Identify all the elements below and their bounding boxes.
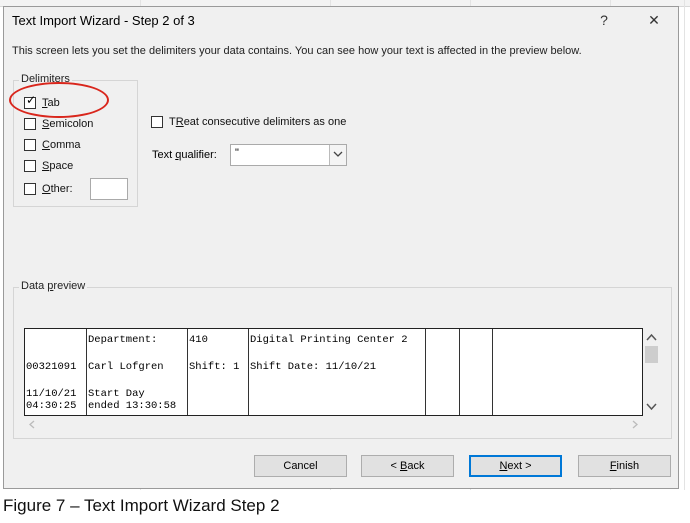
preview-cell: 11/10/21 <box>26 388 77 400</box>
scrollbar-graphic <box>29 420 638 429</box>
back-button[interactable]: < Back <box>361 455 454 477</box>
other-checkbox[interactable] <box>24 183 36 195</box>
semicolon-checkbox-row[interactable]: Semicolon <box>24 116 93 132</box>
text-qualifier-select[interactable]: " <box>230 144 347 166</box>
tab-checkbox[interactable]: ✓ <box>24 93 37 109</box>
preview-cell: 00321091 <box>26 361 77 373</box>
column-separator <box>492 329 493 415</box>
chevron-down-icon <box>333 151 343 157</box>
instructions-text: This screen lets you set the delimiters … <box>12 45 582 57</box>
column-separator <box>187 329 188 415</box>
delimiters-legend: Delimiters <box>19 73 72 85</box>
cancel-button[interactable]: Cancel <box>254 455 347 477</box>
preview-cell: Department: <box>88 334 158 346</box>
preview-cell: Shift: 1 <box>189 361 240 373</box>
finish-button[interactable]: Finish <box>578 455 671 477</box>
column-separator <box>459 329 460 415</box>
scroll-down-arrow-icon <box>646 403 657 411</box>
close-button[interactable]: ✕ <box>642 9 666 31</box>
grid-line <box>684 0 685 490</box>
preview-vertical-scrollbar[interactable] <box>643 328 660 416</box>
preview-cell: Carl Lofgren <box>88 361 164 373</box>
data-preview-legend: Data preview <box>19 280 88 292</box>
preview-cell: Shift Date: 11/10/21 <box>250 361 377 373</box>
comma-label: Comma <box>42 139 81 151</box>
consecutive-checkbox-row[interactable]: TReat consecutive delimiters as one <box>151 114 346 130</box>
column-separator <box>425 329 426 415</box>
space-checkbox[interactable] <box>24 160 36 172</box>
comma-checkbox-row[interactable]: Comma <box>24 137 81 153</box>
column-separator <box>248 329 249 415</box>
other-checkbox-row[interactable]: Other: <box>24 181 73 197</box>
scroll-right-arrow-icon <box>632 420 638 429</box>
other-delimiter-input[interactable] <box>90 178 128 200</box>
text-qualifier-value: " <box>235 147 239 159</box>
tab-label: Tab <box>42 97 60 109</box>
next-button[interactable]: Next > <box>469 455 562 477</box>
consecutive-delimiters-label: TReat consecutive delimiters as one <box>169 116 347 128</box>
scroll-thumb <box>645 346 658 363</box>
space-label: Space <box>42 160 74 172</box>
text-qualifier-label: Text qualifier: <box>152 149 217 161</box>
preview-horizontal-scrollbar[interactable] <box>24 416 643 433</box>
preview-cell: 410 <box>189 334 208 346</box>
space-checkbox-row[interactable]: Space <box>24 158 73 174</box>
semicolon-label: Semicolon <box>42 118 94 130</box>
scroll-left-arrow-icon <box>29 420 35 429</box>
text-import-wizard-dialog: Text Import Wizard - Step 2 of 3 ? ✕ Thi… <box>3 6 679 489</box>
tab-checkbox-row[interactable]: ✓ Tab <box>24 93 60 111</box>
other-label: Other: <box>42 183 73 195</box>
dropdown-button[interactable] <box>329 145 346 165</box>
column-separator <box>86 329 87 415</box>
comma-checkbox[interactable] <box>24 139 36 151</box>
close-icon: ✕ <box>648 12 660 28</box>
semicolon-checkbox[interactable] <box>24 118 36 130</box>
preview-cell: Start Day <box>88 388 145 400</box>
preview-cell: 04:30:25 <box>26 400 77 412</box>
figure-caption: Figure 7 – Text Import Wizard Step 2 <box>3 496 280 515</box>
check-icon: ✓ <box>26 93 37 107</box>
scroll-up-arrow-icon <box>646 333 657 341</box>
scrollbar-graphic <box>645 333 658 411</box>
dialog-title: Text Import Wizard - Step 2 of 3 <box>12 13 195 28</box>
consecutive-delimiters-checkbox[interactable] <box>151 116 163 128</box>
data-preview-grid[interactable]: Department: 410 Digital Printing Center 2 0… <box>24 328 643 416</box>
preview-cell: Digital Printing Center 2 <box>250 334 408 346</box>
preview-cell: ended 13:30:58 <box>88 400 177 412</box>
help-button[interactable]: ? <box>592 9 616 31</box>
